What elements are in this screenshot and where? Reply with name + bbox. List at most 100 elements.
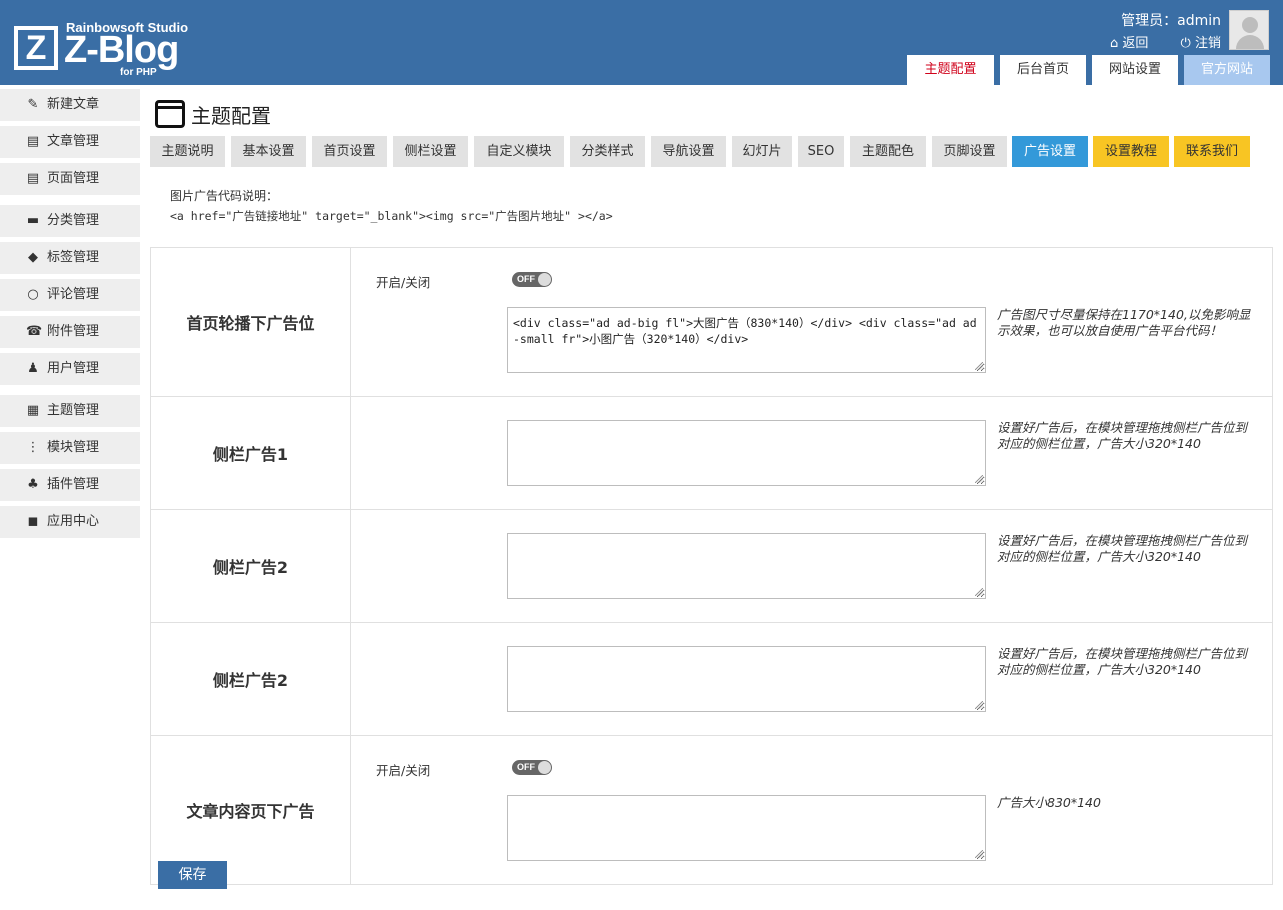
- logout-link[interactable]: ⏻ 注销: [1167, 36, 1221, 51]
- ad-row-sidebar-2b: 侧栏广告2 设置好广告后，在模块管理拖拽侧栏广告位到对应的侧栏位置，广告大小32…: [151, 623, 1272, 736]
- sidebar-item-plugin-manage[interactable]: ♣ 插件管理: [0, 469, 140, 501]
- sidebar-item-label: 应用中心: [47, 514, 100, 529]
- sidebar-item-label: 分类管理: [47, 213, 100, 228]
- row-label: 侧栏广告1: [151, 397, 351, 509]
- ad-row-home-slider: 首页轮播下广告位 开启/关闭 OFF <div class="ad ad-big…: [151, 248, 1272, 397]
- attachment-icon: ☎: [26, 324, 43, 339]
- article-bottom-ad-textarea[interactable]: [507, 795, 986, 861]
- row-hint: 设置好广告后，在模块管理拖拽侧栏广告位到对应的侧栏位置，广告大小320*140: [997, 533, 1248, 564]
- ad-row-sidebar-1: 侧栏广告1 设置好广告后，在模块管理拖拽侧栏广告位到对应的侧栏位置，广告大小32…: [151, 397, 1272, 510]
- top-header: Z Rainbowsoft Studio Z-Blog for PHP 管理员：…: [0, 0, 1283, 85]
- tab-theme-colors[interactable]: 主题配色: [850, 136, 926, 167]
- user-area: 管理员：admin ⌂ 返回 ⏻ 注销: [1021, 10, 1221, 51]
- row-hint: 广告大小830*140: [997, 795, 1101, 810]
- toggle-knob: [538, 761, 551, 774]
- sidebar-item-new-article[interactable]: ✎ 新建文章: [0, 89, 140, 121]
- sidebar-item-comment-manage[interactable]: ○ 评论管理: [0, 279, 140, 311]
- comment-icon: ○: [27, 287, 39, 302]
- admin-user-label: 管理员：admin: [1121, 13, 1221, 29]
- toggle-state-text: OFF: [517, 762, 535, 772]
- sidebar-ad-1-textarea[interactable]: [507, 420, 986, 486]
- ad-row-article-bottom: 文章内容页下广告 开启/关闭 OFF 广告大小830*140: [151, 736, 1272, 884]
- sidebar-item-tag-manage[interactable]: ◆ 标签管理: [0, 242, 140, 274]
- tag-icon: ◆: [28, 250, 38, 265]
- back-label: 返回: [1122, 36, 1149, 51]
- tab-seo[interactable]: SEO: [798, 136, 844, 167]
- sidebar-item-label: 文章管理: [47, 134, 100, 149]
- sidebar-item-label: 插件管理: [47, 477, 100, 492]
- ad-row-sidebar-2: 侧栏广告2 设置好广告后，在模块管理拖拽侧栏广告位到对应的侧栏位置，广告大小32…: [151, 510, 1272, 623]
- logo-sub-text: for PHP: [120, 67, 157, 78]
- sidebar-ad-3-textarea[interactable]: [507, 646, 986, 712]
- tab-custom-module[interactable]: 自定义模块: [474, 136, 564, 167]
- row-hint: 设置好广告后，在模块管理拖拽侧栏广告位到对应的侧栏位置，广告大小320*140: [997, 420, 1248, 451]
- edit-icon: ✎: [27, 97, 39, 112]
- avatar-icon[interactable]: [1229, 10, 1269, 50]
- sidebar-item-label: 新建文章: [47, 97, 100, 112]
- sidebar-item-user-manage[interactable]: ♟ 用户管理: [0, 353, 140, 385]
- sidebar-ad-2-textarea[interactable]: [507, 533, 986, 599]
- user-icon: ♟: [27, 361, 39, 376]
- ad-settings-form: 首页轮播下广告位 开启/关闭 OFF <div class="ad ad-big…: [150, 247, 1273, 885]
- row-label: 侧栏广告2: [151, 510, 351, 622]
- row-label: 侧栏广告2: [151, 623, 351, 735]
- sidebar-item-article-manage[interactable]: ▤ 文章管理: [0, 126, 140, 158]
- home-icon: ⌂: [1109, 36, 1119, 51]
- top-tab-official-site[interactable]: 官方网站: [1184, 55, 1270, 85]
- sidebar-item-category-manage[interactable]: ▬ 分类管理: [0, 205, 140, 237]
- sidebar-item-label: 主题管理: [47, 403, 100, 418]
- toggle-label: 开启/关闭: [376, 275, 431, 290]
- tab-home-settings[interactable]: 首页设置: [312, 136, 387, 167]
- sidebar-item-label: 模块管理: [47, 440, 100, 455]
- row-hint: 设置好广告后，在模块管理拖拽侧栏广告位到对应的侧栏位置，广告大小320*140: [997, 646, 1248, 677]
- sidebar-item-module-manage[interactable]: ⋮ 模块管理: [0, 432, 140, 464]
- user-links: ⌂ 返回 ⏻ 注销: [1082, 32, 1221, 51]
- top-tab-theme-config[interactable]: 主题配置: [907, 55, 994, 85]
- article-bottom-ad-toggle[interactable]: OFF: [512, 760, 552, 775]
- tab-ad-settings[interactable]: 广告设置: [1012, 136, 1088, 167]
- tab-sidebar-settings[interactable]: 侧栏设置: [393, 136, 468, 167]
- tab-slideshow[interactable]: 幻灯片: [732, 136, 792, 167]
- sidebar-item-attachment-manage[interactable]: ☎ 附件管理: [0, 316, 140, 348]
- sidebar-item-page-manage[interactable]: ▤ 页面管理: [0, 163, 140, 195]
- sidebar-item-app-center[interactable]: ◼ 应用中心: [0, 506, 140, 538]
- tab-nav-settings[interactable]: 导航设置: [651, 136, 726, 167]
- tab-theme-intro[interactable]: 主题说明: [150, 136, 225, 167]
- module-icon: ⋮: [26, 440, 40, 455]
- sidebar-item-label: 页面管理: [47, 171, 100, 186]
- code-note-snippet: <a href="广告链接地址" target="_blank"><img sr…: [170, 209, 613, 223]
- tab-footer-settings[interactable]: 页脚设置: [932, 136, 1007, 167]
- page-title: 主题配置: [191, 104, 271, 128]
- article-icon: ▤: [26, 134, 40, 149]
- image-ad-code-note: 图片广告代码说明： <a href="广告链接地址" target="_blan…: [170, 187, 613, 224]
- window-icon: [155, 100, 185, 128]
- sidebar-item-label: 标签管理: [47, 250, 100, 265]
- home-slider-ad-textarea[interactable]: <div class="ad ad-big fl">大图广告（830*140）<…: [507, 307, 986, 373]
- sidebar-item-label: 评论管理: [47, 287, 100, 302]
- logo-mark: Z: [14, 26, 58, 70]
- tab-basic-settings[interactable]: 基本设置: [231, 136, 306, 167]
- plugin-icon: ♣: [27, 477, 39, 492]
- home-slider-ad-toggle[interactable]: OFF: [512, 272, 552, 287]
- theme-icon: ▦: [26, 403, 40, 418]
- power-icon: ⏻: [1180, 36, 1191, 51]
- sidebar-item-theme-manage[interactable]: ▦ 主题管理: [0, 395, 140, 427]
- toggle-knob: [538, 273, 551, 286]
- top-tab-site-settings[interactable]: 网站设置: [1092, 55, 1178, 85]
- code-note-title: 图片广告代码说明：: [170, 189, 279, 203]
- tab-category-style[interactable]: 分类样式: [570, 136, 645, 167]
- zblog-logo[interactable]: Z Rainbowsoft Studio Z-Blog for PHP: [14, 20, 194, 82]
- folder-icon: ▬: [26, 213, 40, 228]
- page-icon: ▤: [26, 171, 40, 186]
- logo-brand-text: Z-Blog: [64, 29, 179, 71]
- sidebar-item-label: 用户管理: [47, 361, 100, 376]
- sidebar-item-label: 附件管理: [47, 324, 100, 339]
- row-label: 首页轮播下广告位: [151, 248, 351, 396]
- app-center-icon: ◼: [27, 514, 39, 529]
- save-button[interactable]: 保存: [158, 861, 227, 889]
- tab-tutorial[interactable]: 设置教程: [1093, 136, 1169, 167]
- top-tab-admin-home[interactable]: 后台首页: [1000, 55, 1086, 85]
- tab-contact-us[interactable]: 联系我们: [1174, 136, 1250, 167]
- toggle-state-text: OFF: [517, 274, 535, 284]
- back-link[interactable]: ⌂ 返回: [1096, 36, 1148, 51]
